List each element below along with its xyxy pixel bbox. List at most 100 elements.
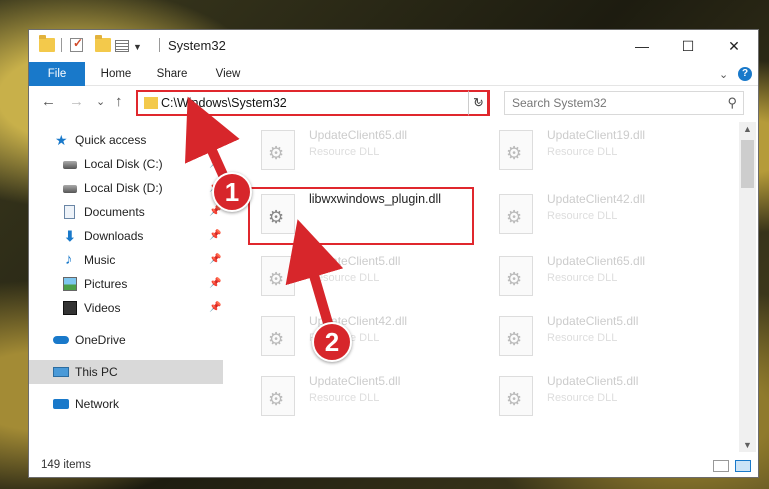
- new-folder-icon[interactable]: [95, 35, 111, 52]
- file-name: UpdateClient19.dll: [547, 128, 646, 142]
- sidebar-item-label: Quick access: [75, 133, 147, 147]
- selected-file-highlight: [248, 187, 474, 245]
- computer-icon: [53, 367, 69, 377]
- address-path[interactable]: C:\Windows\System32: [161, 96, 287, 110]
- file-item[interactable]: ⚙ UpdateClient5.dll Resource DLL: [249, 370, 469, 422]
- details-view-icon[interactable]: [713, 460, 729, 472]
- file-item[interactable]: ⚙ UpdateClient5.dll Resource DLL: [487, 310, 707, 362]
- properties-check-icon[interactable]: [70, 36, 83, 52]
- sidebar-item-label: Pictures: [84, 277, 128, 291]
- pin-icon[interactable]: 📌: [209, 248, 221, 272]
- customize-toolbar-icon[interactable]: [115, 40, 129, 52]
- file-item[interactable]: ⚙ UpdateClient5.dll Resource DLL: [249, 250, 469, 302]
- separator: [159, 38, 160, 52]
- search-icon[interactable]: ⚲: [727, 95, 737, 111]
- pin-icon[interactable]: 📌: [209, 152, 221, 176]
- sidebar-item-pictures[interactable]: Pictures 📌: [29, 272, 223, 296]
- status-bar: 149 items: [29, 456, 758, 477]
- ribbon-tabs: File Home Share View ⌄ ?: [29, 62, 758, 86]
- file-item[interactable]: ⚙ UpdateClient65.dll Resource DLL: [249, 124, 469, 176]
- expand-ribbon-icon[interactable]: ⌄: [719, 68, 728, 81]
- close-button[interactable]: ✕: [711, 30, 757, 62]
- separator: [61, 38, 62, 52]
- scroll-down-icon[interactable]: ▼: [743, 440, 752, 450]
- dll-file-icon: ⚙: [261, 316, 295, 356]
- recent-locations-icon[interactable]: ⌄: [96, 95, 105, 108]
- sidebar-item-label: Local Disk (C:): [84, 157, 163, 171]
- sidebar-item-label: Network: [75, 397, 120, 411]
- vertical-scrollbar[interactable]: ▲ ▼: [739, 122, 756, 452]
- disk-icon: [63, 185, 77, 193]
- scroll-thumb[interactable]: [741, 140, 754, 188]
- tab-share[interactable]: Share: [149, 62, 195, 86]
- minimize-button[interactable]: —: [619, 30, 665, 62]
- file-item[interactable]: ⚙ UpdateClient19.dll Resource DLL: [487, 124, 707, 176]
- file-item[interactable]: ⚙ UpdateClient5.dll Resource DLL: [487, 370, 707, 422]
- help-icon[interactable]: ?: [738, 67, 752, 81]
- title-bar: ▼ System32 — ☐ ✕: [29, 30, 758, 62]
- navigation-pane: ★ Quick access Local Disk (C:) 📌 Local D…: [29, 122, 223, 448]
- sidebar-item-local-disk-c[interactable]: Local Disk (C:) 📌: [29, 152, 223, 176]
- sidebar-item-label: OneDrive: [75, 333, 126, 347]
- sidebar-item-onedrive[interactable]: OneDrive: [29, 328, 223, 352]
- file-type: Resource DLL: [547, 392, 618, 404]
- large-icons-view-icon[interactable]: [735, 460, 751, 472]
- tab-home[interactable]: Home: [91, 62, 141, 86]
- scroll-up-icon[interactable]: ▲: [743, 124, 752, 134]
- sidebar-item-quick-access[interactable]: ★ Quick access: [29, 128, 223, 152]
- back-arrow-icon[interactable]: ←: [41, 93, 56, 110]
- forward-arrow-icon[interactable]: →: [69, 93, 84, 110]
- sidebar-item-label: Videos: [84, 301, 121, 315]
- file-type: Resource DLL: [309, 146, 380, 158]
- sidebar-item-this-pc[interactable]: This PC: [29, 360, 223, 384]
- maximize-button[interactable]: ☐: [665, 30, 711, 62]
- quick-access-dropdown-icon[interactable]: ▼: [133, 42, 142, 52]
- download-icon: ⬇: [64, 228, 76, 244]
- sidebar-item-downloads[interactable]: ⬇ Downloads 📌: [29, 224, 223, 248]
- tab-file[interactable]: File: [29, 62, 85, 86]
- file-explorer-window: ▼ System32 — ☐ ✕ File Home Share View ⌄ …: [28, 29, 759, 478]
- music-icon: ♪: [65, 251, 73, 268]
- tab-view[interactable]: View: [205, 62, 251, 86]
- dll-file-icon: ⚙: [499, 256, 533, 296]
- sidebar-item-documents[interactable]: Documents 📌: [29, 200, 223, 224]
- address-bar[interactable]: C:\Windows\System32 ⌄: [136, 90, 489, 116]
- file-item[interactable]: ⚙ UpdateClient65.dll Resource DLL: [487, 250, 707, 302]
- search-box[interactable]: Search System32 ⚲: [504, 91, 744, 115]
- file-name: UpdateClient42.dll: [547, 192, 646, 206]
- pin-icon[interactable]: 📌: [209, 272, 221, 296]
- file-item[interactable]: ⚙ UpdateClient42.dll Resource DLL: [249, 310, 469, 362]
- sidebar-item-local-disk-d[interactable]: Local Disk (D:) 📌: [29, 176, 223, 200]
- gear-icon: ⚙: [268, 329, 285, 349]
- refresh-button[interactable]: ↻: [468, 90, 490, 116]
- pictures-icon: [63, 277, 77, 291]
- sidebar-item-label: Downloads: [84, 229, 144, 243]
- gear-icon: ⚙: [268, 143, 285, 163]
- navigation-bar: ← → ⌄ ↑ C:\Windows\System32 ⌄ ↻ Search S…: [29, 86, 758, 120]
- network-icon: [53, 399, 69, 409]
- sidebar-item-music[interactable]: ♪ Music 📌: [29, 248, 223, 272]
- gear-icon: ⚙: [268, 269, 285, 289]
- file-item[interactable]: ⚙ UpdateClient42.dll Resource DLL: [487, 188, 707, 240]
- search-input[interactable]: Search System32: [512, 96, 607, 110]
- file-name: UpdateClient5.dll: [309, 374, 401, 388]
- dll-file-icon: ⚙: [261, 130, 295, 170]
- star-icon: ★: [55, 132, 68, 148]
- folder-icon: [39, 35, 55, 52]
- sidebar-item-label: Documents: [84, 205, 145, 219]
- pin-icon[interactable]: 📌: [209, 224, 221, 248]
- file-name: UpdateClient65.dll: [309, 128, 408, 142]
- up-arrow-icon[interactable]: ↑: [115, 93, 123, 110]
- dll-file-icon: ⚙: [499, 316, 533, 356]
- pin-icon[interactable]: 📌: [209, 296, 221, 320]
- gear-icon: ⚙: [506, 143, 523, 163]
- file-type: Resource DLL: [547, 332, 618, 344]
- gear-icon: ⚙: [506, 329, 523, 349]
- sidebar-item-network[interactable]: Network: [29, 392, 223, 416]
- file-name: UpdateClient5.dll: [547, 314, 639, 328]
- sidebar-item-videos[interactable]: Videos 📌: [29, 296, 223, 320]
- sidebar-item-label: Local Disk (D:): [84, 181, 163, 195]
- gear-icon: ⚙: [506, 389, 523, 409]
- dll-file-icon: ⚙: [499, 130, 533, 170]
- gear-icon: ⚙: [506, 269, 523, 289]
